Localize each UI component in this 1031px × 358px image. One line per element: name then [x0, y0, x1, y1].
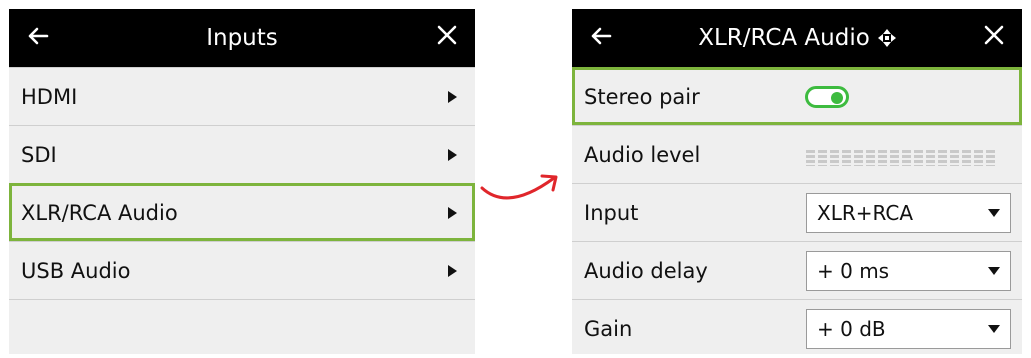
chevron-right-icon — [448, 91, 457, 103]
setting-audio-delay: Audio delay + 0 ms — [572, 241, 1022, 299]
chevron-right-icon — [448, 207, 457, 219]
toggle-knob — [831, 92, 843, 104]
chevron-down-icon — [988, 267, 1000, 275]
chevron-down-icon — [988, 209, 1000, 217]
chevron-right-icon — [448, 149, 457, 161]
input-select[interactable]: XLR+RCA — [806, 193, 1011, 233]
page-title: Inputs — [206, 25, 278, 51]
gain-select[interactable]: + 0 dB — [806, 309, 1011, 349]
menu-item-label: SDI — [21, 143, 57, 167]
setting-input: Input XLR+RCA — [572, 183, 1022, 241]
audio-delay-select[interactable]: + 0 ms — [806, 251, 1011, 291]
close-icon[interactable] — [984, 25, 1004, 45]
menu-item-label: HDMI — [21, 85, 78, 109]
menu-item-hdmi[interactable]: HDMI — [9, 67, 475, 125]
setting-label: Stereo pair — [584, 85, 700, 109]
chevron-down-icon — [988, 325, 1000, 333]
setting-gain: Gain + 0 dB — [572, 299, 1022, 357]
setting-label: Audio level — [584, 143, 701, 167]
setting-label: Audio delay — [584, 259, 708, 283]
menu-item-usb-audio[interactable]: USB Audio — [9, 241, 475, 299]
move-arrows-icon — [877, 29, 896, 47]
stereo-pair-toggle[interactable] — [805, 86, 849, 108]
menu-item-sdi[interactable]: SDI — [9, 125, 475, 183]
empty-row — [9, 299, 475, 357]
close-icon[interactable] — [437, 25, 457, 45]
setting-label: Gain — [584, 317, 633, 341]
audio-level-meter — [806, 150, 995, 166]
menu-item-label: XLR/RCA Audio — [21, 201, 178, 225]
select-value: + 0 ms — [817, 259, 890, 283]
menu-item-label: USB Audio — [21, 259, 131, 283]
xlr-rca-audio-panel: XLR/RCA Audio Stereo pair Audio level In… — [572, 9, 1022, 354]
select-value: + 0 dB — [817, 317, 886, 341]
setting-audio-level: Audio level — [572, 125, 1022, 183]
menu-item-xlr-rca-audio[interactable]: XLR/RCA Audio — [9, 183, 475, 241]
inputs-panel: Inputs HDMI SDI XLR/RCA Audio USB Audio — [9, 9, 475, 354]
chevron-right-icon — [448, 265, 457, 277]
curved-arrow-icon — [480, 174, 558, 200]
inputs-header: Inputs — [9, 9, 475, 67]
page-title: XLR/RCA Audio — [698, 25, 870, 51]
setting-label: Input — [584, 201, 639, 225]
select-value: XLR+RCA — [817, 201, 914, 225]
audio-header: XLR/RCA Audio — [572, 9, 1022, 67]
setting-stereo-pair: Stereo pair — [572, 67, 1022, 125]
